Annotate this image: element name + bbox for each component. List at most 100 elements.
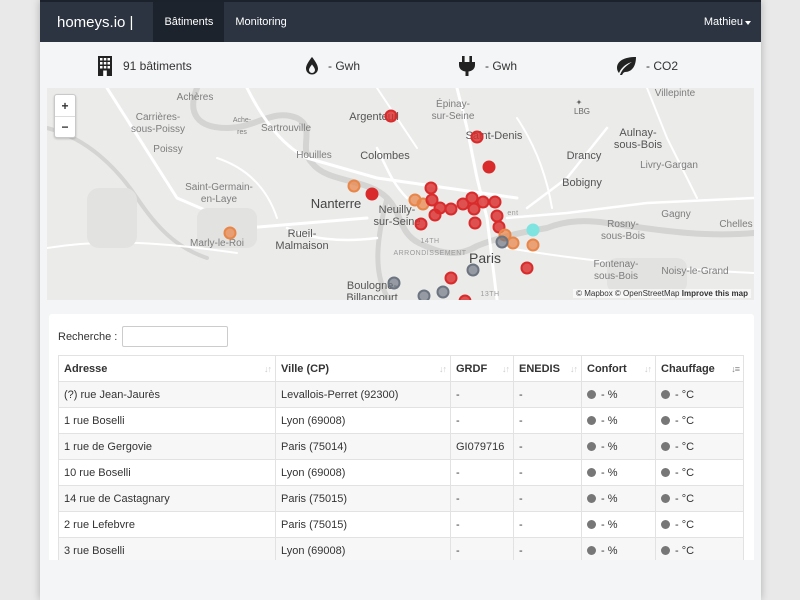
building-marker[interactable]: [467, 202, 481, 216]
building-marker[interactable]: [526, 238, 540, 252]
cell-ville: Paris (75015): [275, 511, 451, 538]
confort-value: - %: [601, 466, 618, 479]
cell-enedis: -: [513, 381, 582, 408]
table-row[interactable]: 10 rue Boselli Lyon (69008) - - - % - °C: [58, 459, 744, 486]
cell-chauffage: - °C: [655, 459, 744, 486]
plug-icon: [459, 56, 475, 76]
cell-enedis: -: [513, 485, 582, 512]
table-row[interactable]: 2 rue Lefebvre Paris (75015) - - - % - °…: [58, 511, 744, 538]
map-label: Poissy: [153, 144, 183, 155]
table-row[interactable]: 1 rue Boselli Lyon (69008) - - - % - °C: [58, 407, 744, 434]
chauffage-value: - °C: [675, 388, 695, 401]
building-marker[interactable]: [223, 226, 237, 240]
nav-item-monitoring[interactable]: Monitoring: [224, 2, 297, 42]
chauffage-value: - °C: [675, 466, 695, 479]
map-label: Bobigny: [562, 177, 602, 189]
cell-chauffage: - °C: [655, 511, 744, 538]
sort-icon: ↓↑: [264, 364, 272, 374]
map-label: Épinay- sur-Seine: [431, 99, 475, 122]
search-row: Recherche :: [58, 326, 229, 347]
column-header-ville[interactable]: Ville (CP) ↓↑: [275, 355, 451, 382]
cell-confort: - %: [581, 433, 656, 460]
map-label: Carrières- sous-Poissy: [131, 112, 185, 135]
sort-active-icon: ↓≡: [731, 364, 740, 374]
stat-co2-text: - CO2: [646, 59, 679, 73]
building-marker[interactable]: [470, 130, 484, 144]
map-label: Livry-Gargan: [640, 160, 698, 171]
cell-chauffage: - °C: [655, 485, 744, 512]
status-dot-icon: [587, 493, 596, 503]
cell-grdf: -: [450, 459, 514, 486]
map-label: Noisy-le-Grand: [661, 266, 729, 277]
column-header-label: Ville (CP): [281, 362, 330, 375]
cell-chauffage: - °C: [655, 381, 744, 408]
building-marker[interactable]: [384, 109, 398, 123]
caret-down-icon: [745, 20, 751, 25]
cell-grdf: -: [450, 381, 514, 408]
column-header-grdf[interactable]: GRDF ↓↑: [450, 355, 514, 382]
building-marker[interactable]: [466, 263, 480, 277]
column-header-label: Chauffage: [661, 362, 715, 375]
stats-bar: 91 bâtiments - Gwh - Gwh - CO2: [40, 44, 761, 88]
user-menu-dropdown[interactable]: Mathieu: [694, 2, 761, 42]
status-dot-icon: [587, 545, 596, 555]
cell-grdf: -: [450, 485, 514, 512]
status-dot-icon: [661, 467, 670, 477]
cell-grdf: -: [450, 511, 514, 538]
sort-icon: ↓↑: [439, 364, 447, 374]
building-marker[interactable]: [347, 179, 361, 193]
building-marker[interactable]: [482, 160, 496, 174]
cell-enedis: -: [513, 511, 582, 538]
building-marker[interactable]: [428, 208, 442, 222]
building-marker[interactable]: [468, 216, 482, 230]
map-label: 14TH ARRONDISSEMENT: [393, 238, 467, 257]
building-marker[interactable]: [417, 289, 431, 300]
building-marker[interactable]: [414, 217, 428, 231]
cell-grdf: GI079716: [450, 433, 514, 460]
zoom-in-button[interactable]: +: [55, 95, 75, 116]
table-header-row: Adresse ↓↑ Ville (CP) ↓↑ GRDF ↓↑ ENEDIS ↓↑ C…: [58, 355, 744, 382]
chauffage-value: - °C: [675, 518, 695, 531]
column-header-adresse[interactable]: Adresse ↓↑: [58, 355, 276, 382]
building-marker[interactable]: [444, 271, 458, 285]
map-attribution: © Mapbox © OpenStreetMap Improve this ma…: [573, 289, 751, 298]
brand-logo[interactable]: homeys.io |: [40, 2, 153, 42]
building-marker[interactable]: [488, 195, 502, 209]
stat-electricity: - Gwh: [458, 44, 517, 88]
stat-electricity-text: - Gwh: [485, 59, 518, 73]
building-marker[interactable]: [520, 261, 534, 275]
compass-label: ✦ LBG: [574, 98, 590, 116]
building-marker[interactable]: [436, 285, 450, 299]
sort-icon: ↓↑: [644, 364, 652, 374]
zoom-out-button[interactable]: −: [55, 116, 75, 137]
building-marker[interactable]: [495, 235, 509, 249]
buildings-table: Adresse ↓↑ Ville (CP) ↓↑ GRDF ↓↑ ENEDIS ↓↑ C…: [58, 355, 744, 564]
column-header-enedis[interactable]: ENEDIS ↓↑: [513, 355, 582, 382]
stat-gas: - Gwh: [304, 44, 360, 88]
column-header-confort[interactable]: Confort ↓↑: [581, 355, 656, 382]
map-label: Neuilly- sur-Seine: [373, 204, 421, 228]
building-marker[interactable]: [387, 276, 401, 290]
map-label: Fontenay- sous-Bois: [593, 259, 639, 282]
table-row[interactable]: (?) rue Jean-Jaurès Levallois-Perret (92…: [58, 381, 744, 408]
sort-icon: ↓↑: [570, 364, 578, 374]
map-label: Rueil- Malmaison: [275, 228, 329, 252]
search-input[interactable]: [122, 326, 229, 347]
map-label: 13TH: [480, 291, 500, 298]
map-label: Ache- res: [232, 117, 252, 136]
cell-enedis: -: [513, 459, 582, 486]
cell-chauffage: - °C: [655, 433, 744, 460]
table-row[interactable]: 14 rue de Castagnary Paris (75015) - - -…: [58, 485, 744, 512]
building-marker[interactable]: [365, 187, 379, 201]
improve-map-link[interactable]: Improve this map: [682, 289, 748, 298]
chauffage-value: - °C: [675, 414, 695, 427]
chauffage-value: - °C: [675, 492, 695, 505]
table-row[interactable]: 1 rue de Gergovie Paris (75014) GI079716…: [58, 433, 744, 460]
column-header-chauffage[interactable]: Chauffage ↓≡: [655, 355, 744, 382]
chauffage-value: - °C: [675, 544, 695, 557]
column-header-label: Adresse: [64, 362, 108, 375]
nav-item-batiments[interactable]: Bâtiments: [153, 2, 225, 42]
building-marker[interactable]: [506, 236, 520, 250]
building-marker[interactable]: [526, 223, 540, 237]
buildings-map[interactable]: Achères Carrières- sous-Poissy Poissy Sa…: [47, 88, 754, 300]
